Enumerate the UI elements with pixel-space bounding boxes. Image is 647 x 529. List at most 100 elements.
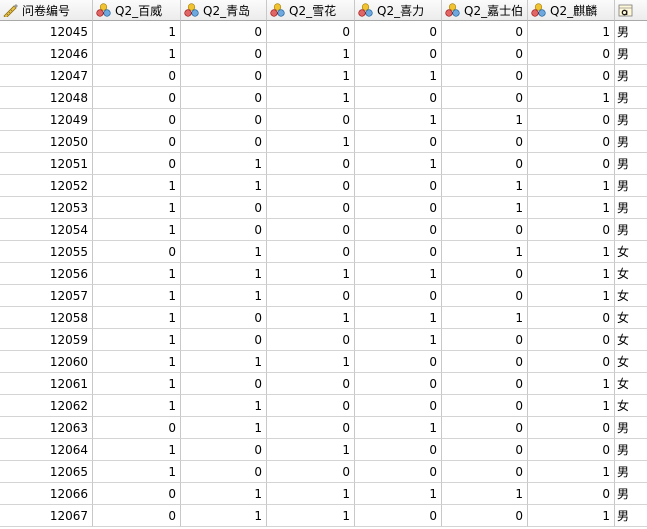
table-cell[interactable]: 1	[93, 21, 181, 43]
table-cell[interactable]: 1	[267, 351, 355, 373]
table-cell[interactable]: 12054	[0, 219, 93, 241]
table-cell[interactable]: 男	[615, 175, 647, 197]
table-cell[interactable]: 0	[181, 461, 267, 483]
table-cell[interactable]: 1	[267, 505, 355, 527]
table-cell[interactable]: 0	[181, 87, 267, 109]
table-cell[interactable]: 女	[615, 307, 647, 329]
table-cell[interactable]: 1	[442, 197, 528, 219]
table-cell[interactable]: 1	[267, 307, 355, 329]
table-cell[interactable]: 1	[267, 65, 355, 87]
table-cell[interactable]: 男	[615, 461, 647, 483]
table-cell[interactable]: 男	[615, 197, 647, 219]
column-header-gender[interactable]	[615, 0, 647, 21]
table-cell[interactable]: 12057	[0, 285, 93, 307]
table-cell[interactable]: 12053	[0, 197, 93, 219]
table-cell[interactable]: 12063	[0, 417, 93, 439]
table-cell[interactable]: 0	[93, 87, 181, 109]
table-cell[interactable]: 男	[615, 21, 647, 43]
table-cell[interactable]: 1	[355, 153, 442, 175]
table-cell[interactable]: 1	[93, 307, 181, 329]
table-cell[interactable]: 0	[355, 131, 442, 153]
table-cell[interactable]: 0	[442, 461, 528, 483]
table-cell[interactable]: 0	[355, 175, 442, 197]
table-cell[interactable]: 1	[528, 263, 615, 285]
table-cell[interactable]: 1	[528, 505, 615, 527]
table-cell[interactable]: 男	[615, 153, 647, 175]
table-cell[interactable]: 0	[267, 241, 355, 263]
table-cell[interactable]: 0	[181, 131, 267, 153]
table-cell[interactable]: 1	[442, 241, 528, 263]
table-cell[interactable]: 女	[615, 373, 647, 395]
table-cell[interactable]: 12064	[0, 439, 93, 461]
table-cell[interactable]: 0	[181, 219, 267, 241]
table-cell[interactable]: 0	[442, 43, 528, 65]
table-cell[interactable]: 1	[181, 153, 267, 175]
table-cell[interactable]: 0	[528, 65, 615, 87]
table-cell[interactable]: 0	[528, 351, 615, 373]
table-cell[interactable]: 0	[181, 65, 267, 87]
table-cell[interactable]: 0	[355, 395, 442, 417]
table-cell[interactable]: 0	[442, 263, 528, 285]
table-cell[interactable]: 1	[93, 329, 181, 351]
table-cell[interactable]: 0	[267, 153, 355, 175]
table-cell[interactable]: 12048	[0, 87, 93, 109]
table-cell[interactable]: 0	[442, 285, 528, 307]
table-cell[interactable]: 1	[181, 395, 267, 417]
table-cell[interactable]: 1	[355, 483, 442, 505]
table-cell[interactable]: 0	[267, 373, 355, 395]
table-cell[interactable]: 1	[93, 43, 181, 65]
table-cell[interactable]: 0	[442, 219, 528, 241]
table-cell[interactable]: 0	[267, 175, 355, 197]
table-cell[interactable]: 0	[267, 219, 355, 241]
table-cell[interactable]: 1	[528, 87, 615, 109]
table-cell[interactable]: 0	[93, 241, 181, 263]
table-cell[interactable]: 0	[442, 351, 528, 373]
table-cell[interactable]: 12058	[0, 307, 93, 329]
table-cell[interactable]: 1	[93, 439, 181, 461]
table-cell[interactable]: 女	[615, 329, 647, 351]
table-cell[interactable]: 男	[615, 439, 647, 461]
table-cell[interactable]: 0	[528, 483, 615, 505]
table-cell[interactable]: 男	[615, 483, 647, 505]
table-cell[interactable]: 0	[355, 351, 442, 373]
column-header-q2-budweiser[interactable]: Q2_百威	[93, 0, 181, 21]
table-cell[interactable]: 12056	[0, 263, 93, 285]
table-cell[interactable]: 1	[528, 175, 615, 197]
table-cell[interactable]: 女	[615, 285, 647, 307]
table-cell[interactable]: 0	[355, 21, 442, 43]
table-cell[interactable]: 0	[528, 439, 615, 461]
table-cell[interactable]: 0	[93, 505, 181, 527]
table-cell[interactable]: 1	[181, 175, 267, 197]
table-cell[interactable]: 0	[355, 87, 442, 109]
table-cell[interactable]: 1	[267, 87, 355, 109]
table-cell[interactable]: 1	[355, 263, 442, 285]
table-cell[interactable]: 男	[615, 65, 647, 87]
table-cell[interactable]: 1	[181, 505, 267, 527]
table-cell[interactable]: 1	[355, 329, 442, 351]
table-cell[interactable]: 12065	[0, 461, 93, 483]
table-cell[interactable]: 1	[355, 109, 442, 131]
table-cell[interactable]: 0	[528, 329, 615, 351]
column-header-q2-heineken[interactable]: Q2_喜力	[355, 0, 442, 21]
table-cell[interactable]: 0	[93, 417, 181, 439]
column-header-q2-snow[interactable]: Q2_雪花	[267, 0, 355, 21]
table-cell[interactable]: 12060	[0, 351, 93, 373]
table-cell[interactable]: 0	[528, 153, 615, 175]
table-cell[interactable]: 0	[93, 153, 181, 175]
table-cell[interactable]: 1	[93, 285, 181, 307]
table-cell[interactable]: 1	[181, 417, 267, 439]
table-cell[interactable]: 12055	[0, 241, 93, 263]
table-cell[interactable]: 男	[615, 87, 647, 109]
table-cell[interactable]: 0	[181, 329, 267, 351]
table-cell[interactable]: 0	[267, 21, 355, 43]
table-cell[interactable]: 1	[355, 417, 442, 439]
table-cell[interactable]: 0	[442, 131, 528, 153]
table-cell[interactable]: 12047	[0, 65, 93, 87]
table-cell[interactable]: 男	[615, 131, 647, 153]
table-cell[interactable]: 1	[181, 483, 267, 505]
table-cell[interactable]: 0	[355, 439, 442, 461]
table-cell[interactable]: 12061	[0, 373, 93, 395]
table-cell[interactable]: 12067	[0, 505, 93, 527]
table-cell[interactable]: 0	[528, 43, 615, 65]
table-cell[interactable]: 0	[355, 43, 442, 65]
